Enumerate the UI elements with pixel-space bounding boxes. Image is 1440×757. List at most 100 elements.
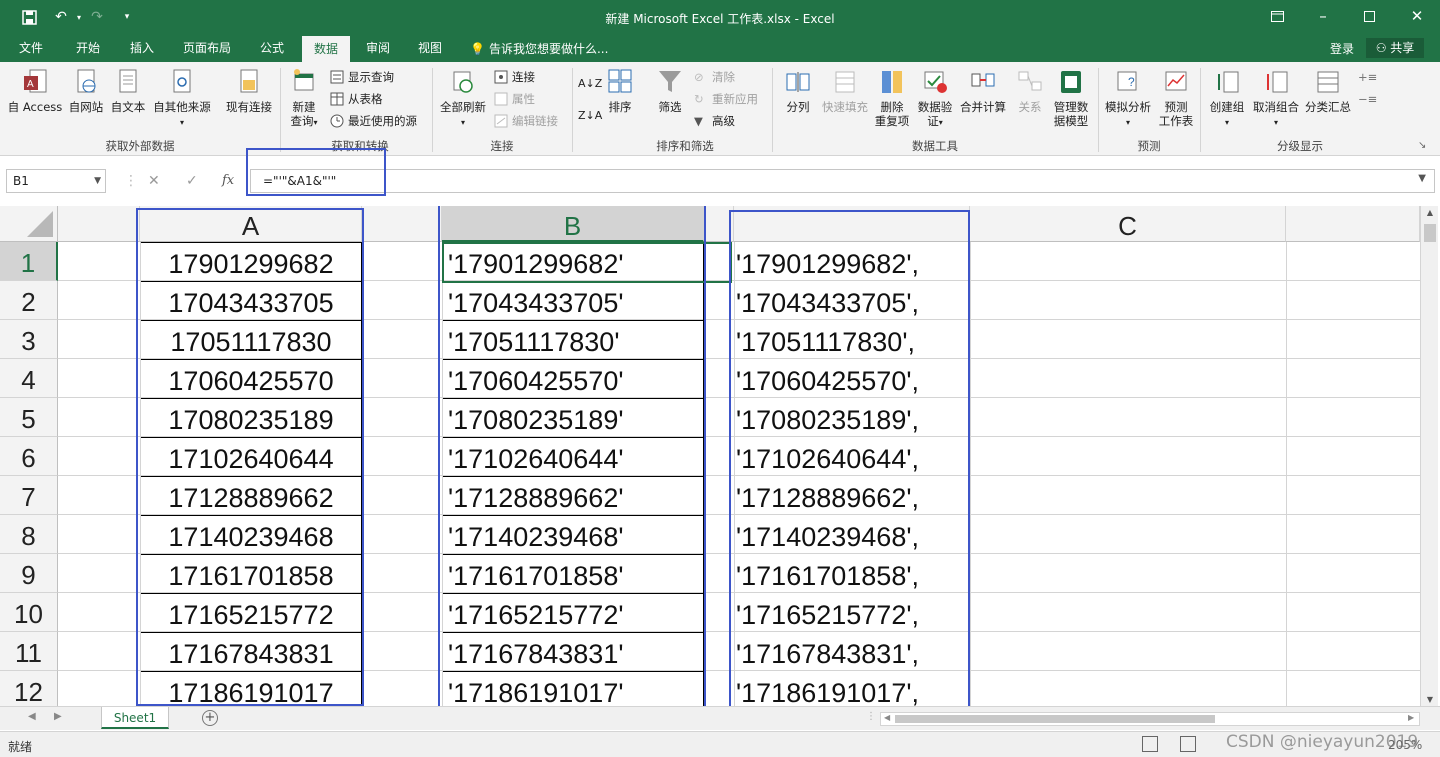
cell-a[interactable]: 17051117830	[140, 320, 362, 359]
tab-review[interactable]: 审阅	[356, 36, 400, 62]
tab-home[interactable]: 开始	[66, 36, 110, 62]
normal-view-icon[interactable]	[1142, 736, 1158, 752]
row-header[interactable]: 8	[0, 515, 58, 554]
subtotal-button[interactable]: 分类汇总	[1302, 68, 1354, 114]
row-header[interactable]: 12	[0, 671, 58, 706]
cell-b[interactable]: '17165215772'	[448, 593, 624, 632]
zoom-level[interactable]: 205%	[1388, 738, 1422, 752]
cell-b[interactable]: '17102640644'	[448, 437, 624, 476]
row-header[interactable]: 6	[0, 437, 58, 476]
row-header[interactable]: 10	[0, 593, 58, 632]
scroll-right-icon[interactable]: ▶	[1408, 713, 1414, 722]
cell-c[interactable]: '17060425570',	[736, 359, 919, 398]
minimize-icon[interactable]: –	[1300, 0, 1346, 32]
refresh-all-button[interactable]: 全部刷新 ▾	[436, 68, 490, 130]
cell-c[interactable]: '17140239468',	[736, 515, 919, 554]
column-header-blank[interactable]	[704, 206, 734, 242]
cell-c[interactable]: '17901299682',	[736, 242, 919, 281]
from-table-button[interactable]: 从表格	[330, 90, 383, 108]
tab-page-layout[interactable]: 页面布局	[174, 36, 240, 62]
cell-a[interactable]: 17167843831	[140, 632, 362, 671]
sort-az-button[interactable]: A↓Z	[578, 74, 602, 92]
column-header-b[interactable]: B	[442, 206, 704, 242]
text-to-columns-button[interactable]: 分列	[778, 68, 818, 114]
recent-sources-button[interactable]: 最近使用的源	[330, 112, 417, 130]
add-sheet-icon[interactable]: +	[202, 710, 218, 726]
cell-c[interactable]: '17186191017',	[736, 671, 919, 706]
row-header[interactable]: 7	[0, 476, 58, 515]
cell-c[interactable]: '17167843831',	[736, 632, 919, 671]
remove-duplicates-button[interactable]: 删除 重复项	[872, 68, 912, 128]
expand-formula-icon[interactable]: ▼	[1418, 173, 1426, 184]
tab-split-handle[interactable]: ⋮	[866, 711, 876, 722]
scroll-down-icon[interactable]: ▼	[1421, 695, 1439, 704]
advanced-filter-button[interactable]: ▼ 高级	[694, 112, 735, 130]
tab-data[interactable]: 数据	[302, 36, 350, 62]
cell-a[interactable]: 17165215772	[140, 593, 362, 632]
cell-c[interactable]: '17102640644',	[736, 437, 919, 476]
dialog-launcher-icon[interactable]: ↘	[1418, 136, 1426, 154]
manage-data-model-button[interactable]: 管理数 据模型	[1050, 68, 1092, 128]
formula-input[interactable]: ="'"&A1&"'"	[250, 169, 1435, 193]
cell-c[interactable]: '17043433705',	[736, 281, 919, 320]
row-header[interactable]: 4	[0, 359, 58, 398]
cell-c[interactable]: '17161701858',	[736, 554, 919, 593]
cell-b[interactable]: '17128889662'	[448, 476, 624, 515]
properties-button[interactable]: 属性	[494, 90, 535, 108]
redo-icon[interactable]: ↷	[86, 6, 108, 28]
cell-a[interactable]: 17060425570	[140, 359, 362, 398]
worksheet-grid[interactable]: A B C 1 17901299682'17901299682' '17901299…	[0, 206, 1420, 706]
flash-fill-button[interactable]: 快速填充	[818, 68, 872, 114]
scroll-up-icon[interactable]: ▲	[1421, 208, 1439, 217]
close-icon[interactable]: ✕	[1394, 0, 1440, 32]
vertical-scroll-thumb[interactable]	[1424, 224, 1436, 242]
row-header[interactable]: 1	[0, 242, 58, 281]
data-validation-button[interactable]: 数据验 证▾	[914, 68, 956, 130]
cell-a[interactable]: 17140239468	[140, 515, 362, 554]
cell-a[interactable]: 17102640644	[140, 437, 362, 476]
row-header[interactable]: 11	[0, 632, 58, 671]
consolidate-button[interactable]: 合并计算	[956, 68, 1010, 114]
scroll-left-icon[interactable]: ◀	[884, 713, 890, 722]
horizontal-scrollbar[interactable]	[880, 712, 1420, 726]
column-header-blank[interactable]	[58, 206, 140, 242]
active-cell[interactable]	[442, 242, 732, 283]
column-header-c[interactable]: C	[970, 206, 1286, 242]
clear-filter-button[interactable]: ⊘ 清除	[694, 68, 735, 86]
insert-function-icon[interactable]: fx	[222, 173, 234, 188]
name-box[interactable]: B1 ▼	[6, 169, 106, 193]
cell-a[interactable]: 17080235189	[140, 398, 362, 437]
cell-b[interactable]: '17161701858'	[448, 554, 624, 593]
edit-links-button[interactable]: 编辑链接	[494, 112, 558, 130]
cell-a[interactable]: 17161701858	[140, 554, 362, 593]
column-header-blank[interactable]	[734, 206, 970, 242]
horizontal-scroll-thumb[interactable]	[895, 715, 1215, 723]
row-header[interactable]: 5	[0, 398, 58, 437]
column-header-blank[interactable]	[1286, 206, 1420, 242]
save-icon[interactable]	[18, 6, 40, 28]
cell-b[interactable]: '17080235189'	[448, 398, 624, 437]
cell-b[interactable]: '17186191017'	[448, 671, 624, 706]
cell-c[interactable]: '17165215772',	[736, 593, 919, 632]
relationships-button[interactable]: 关系	[1010, 68, 1050, 114]
share-button[interactable]: ⚇ 共享	[1366, 38, 1424, 58]
row-header[interactable]: 3	[0, 320, 58, 359]
select-all-corner[interactable]	[0, 206, 58, 242]
page-layout-view-icon[interactable]	[1180, 736, 1196, 752]
cell-b[interactable]: '17051117830'	[448, 320, 619, 359]
cell-b[interactable]: '17043433705'	[448, 281, 624, 320]
chevron-down-icon[interactable]: ▼	[94, 170, 101, 192]
cell-b[interactable]: '17060425570'	[448, 359, 624, 398]
forecast-sheet-button[interactable]: 预测 工作表	[1154, 68, 1198, 128]
cell-a[interactable]: 17186191017	[140, 671, 362, 706]
hide-detail-button[interactable]: −≡	[1358, 90, 1377, 108]
vertical-scrollbar[interactable]: ▲ ▼	[1420, 206, 1438, 706]
from-web-button[interactable]: 自网站	[66, 68, 106, 114]
connections-button[interactable]: 连接	[494, 68, 535, 86]
filter-button[interactable]: 筛选	[650, 68, 690, 114]
cell-c[interactable]: '17051117830',	[736, 320, 915, 359]
column-header-a[interactable]: A	[140, 206, 362, 242]
sign-in-link[interactable]: 登录	[1330, 40, 1354, 57]
from-other-sources-button[interactable]: 自其他来源 ▾	[150, 68, 214, 130]
tab-view[interactable]: 视图	[408, 36, 452, 62]
